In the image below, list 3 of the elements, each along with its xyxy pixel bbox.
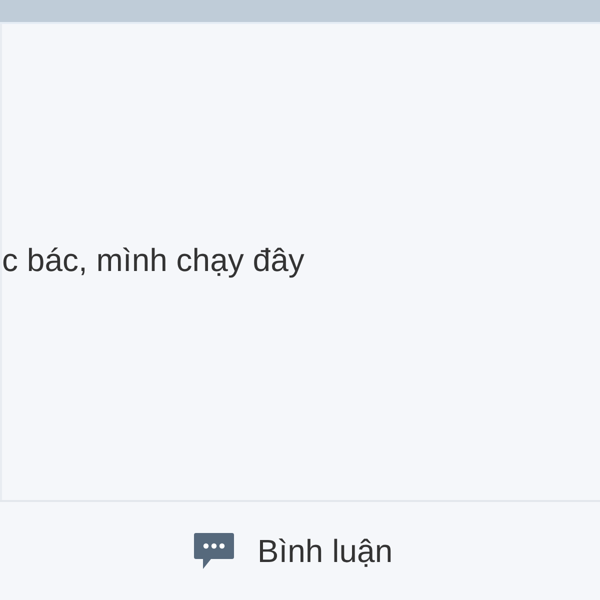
- speech-bubble-icon: [193, 531, 236, 571]
- post-text: c bác, mình chạy đây: [2, 241, 306, 280]
- comment-button[interactable]: Bình luận: [189, 527, 397, 575]
